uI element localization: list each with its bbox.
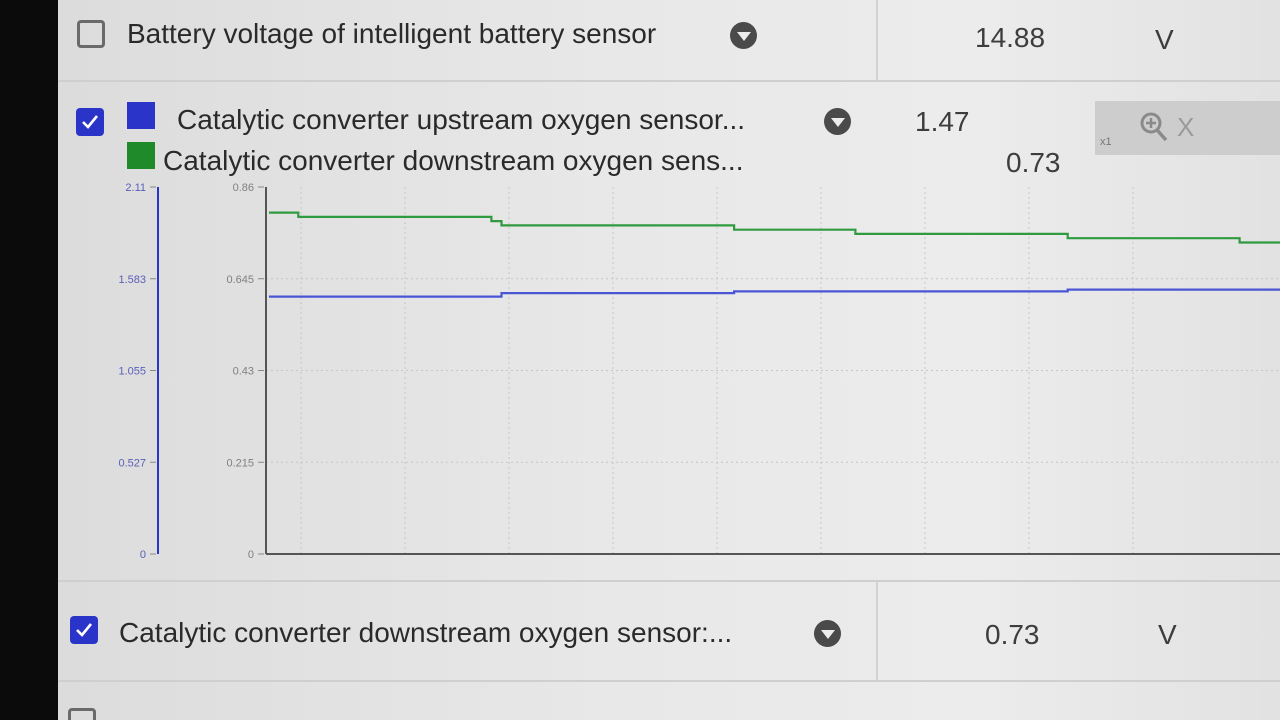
row-unit: V bbox=[1155, 24, 1174, 55]
y-tick-label: 0.527 bbox=[118, 457, 146, 469]
line-chart: 2.11 1.583 1.055 0.527 0 0.86 0.645 0.43 0.215 0 bbox=[118, 182, 1280, 561]
row-divider bbox=[58, 80, 1280, 82]
y-tick-label: 0.86 bbox=[233, 182, 254, 194]
series-swatch-upstream bbox=[127, 102, 155, 129]
y-tick-label: 1.583 bbox=[118, 274, 146, 286]
live-data-screen: Battery voltage of intelligent battery s… bbox=[58, 0, 1280, 720]
y-tick-label: 0 bbox=[140, 549, 146, 561]
series-line bbox=[269, 288, 1280, 298]
row-checkbox[interactable] bbox=[70, 616, 98, 644]
row-divider bbox=[58, 680, 1280, 682]
row-unit: V bbox=[1158, 619, 1177, 650]
check-icon bbox=[76, 623, 93, 637]
close-zoom-button[interactable]: X bbox=[1177, 112, 1194, 143]
series-label-upstream: Catalytic converter upstream oxygen sens… bbox=[177, 104, 746, 135]
chevron-down-icon[interactable] bbox=[824, 108, 851, 135]
zoom-level: x1 bbox=[1100, 136, 1112, 148]
row-checkbox[interactable] bbox=[77, 20, 105, 48]
row-label: Catalytic converter downstream oxygen se… bbox=[119, 617, 733, 648]
graph-checkbox[interactable] bbox=[76, 108, 104, 136]
row-divider bbox=[58, 580, 1280, 582]
series-value-upstream: 1.47 bbox=[915, 106, 970, 137]
zoom-in-icon[interactable] bbox=[1139, 111, 1169, 143]
check-icon bbox=[82, 115, 99, 129]
y-tick-label: 0.43 bbox=[233, 366, 254, 378]
y-tick-label: 0.215 bbox=[226, 457, 254, 469]
row-value: 0.73 bbox=[985, 619, 1040, 650]
series-line bbox=[269, 211, 1280, 244]
series-swatch-downstream bbox=[127, 142, 155, 169]
y-tick-label: 0.645 bbox=[226, 274, 254, 286]
y-tick-label: 0 bbox=[248, 549, 254, 561]
y-tick-label: 2.11 bbox=[125, 182, 146, 194]
row-checkbox[interactable] bbox=[68, 708, 96, 720]
chevron-down-icon[interactable] bbox=[730, 22, 757, 49]
y-tick-label: 1.055 bbox=[118, 366, 146, 378]
column-divider bbox=[876, 582, 878, 680]
row-value: 14.88 bbox=[975, 22, 1046, 53]
chevron-down-icon[interactable] bbox=[814, 620, 841, 647]
zoom-controls: x1 X bbox=[1095, 101, 1280, 155]
row-label: Battery voltage of intelligent battery s… bbox=[127, 18, 657, 49]
column-divider bbox=[876, 0, 878, 80]
